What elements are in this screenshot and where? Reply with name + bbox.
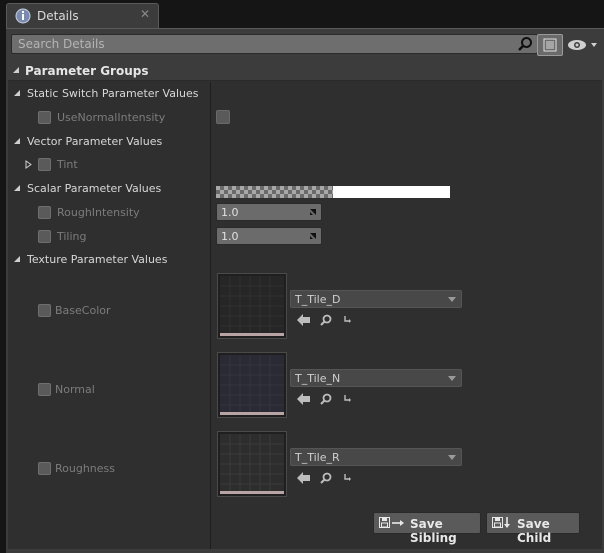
texture-preview: [220, 276, 284, 334]
asset-name: T_Tile_R: [295, 451, 340, 464]
tiling-input[interactable]: 1.0: [216, 227, 322, 245]
override-checkbox[interactable]: [38, 383, 51, 396]
param-row-rough-intensity: RoughIntensity: [8, 202, 210, 224]
category-static-switch[interactable]: Static Switch Parameter Values: [8, 83, 602, 105]
override-checkbox[interactable]: [38, 462, 51, 475]
asset-actions: [297, 471, 367, 487]
save-child-icon: [492, 517, 510, 528]
thumbnail-bar: [220, 412, 284, 415]
search-icon[interactable]: [320, 314, 332, 326]
reset-icon[interactable]: [343, 394, 352, 403]
save-child-label: Save Child: [517, 517, 552, 545]
save-sibling-button[interactable]: Save Sibling: [373, 512, 481, 545]
search-box: [11, 34, 538, 54]
reset-icon[interactable]: [343, 473, 352, 482]
drag-handle-icon: [310, 209, 316, 215]
category-vector[interactable]: Vector Parameter Values: [8, 131, 602, 153]
override-checkbox[interactable]: [38, 158, 51, 171]
collapse-arrow-icon: [13, 67, 19, 73]
eye-icon[interactable]: [567, 38, 599, 52]
collapse-arrow-icon: [14, 90, 20, 96]
category-label: Scalar Parameter Values: [27, 182, 162, 195]
param-row-use-normal-intensity: UseNormalIntensity: [8, 107, 210, 129]
category-texture[interactable]: Texture Parameter Values: [8, 249, 602, 271]
param-label: Tint: [57, 158, 78, 171]
normal-asset-dropdown[interactable]: T_Tile_N: [290, 369, 462, 387]
chevron-down-icon: [448, 455, 456, 460]
texture-preview: [220, 355, 284, 413]
view-options-button[interactable]: [537, 34, 563, 56]
category-label: Vector Parameter Values: [27, 135, 163, 148]
override-checkbox[interactable]: [38, 206, 51, 219]
details-panel: Parameter Groups Static Switch Parameter…: [6, 28, 604, 553]
roughness-asset-dropdown[interactable]: T_Tile_R: [290, 448, 462, 466]
asset-name: T_Tile_D: [295, 293, 341, 306]
search-icon[interactable]: [320, 472, 332, 484]
save-sibling-icon: [379, 517, 404, 528]
param-label: Tiling: [57, 230, 87, 243]
chevron-down-icon: [448, 376, 456, 381]
param-row-roughness: Roughness: [8, 458, 210, 480]
asset-actions: [297, 392, 367, 408]
info-icon: [15, 8, 31, 24]
normal-thumbnail[interactable]: [217, 352, 287, 418]
details-content: Parameter Groups Static Switch Parameter…: [8, 61, 602, 549]
thumbnail-bar: [220, 491, 284, 494]
thumbnail-bar: [220, 333, 284, 336]
base-color-thumbnail[interactable]: [217, 273, 287, 339]
param-row-normal: Normal: [8, 379, 210, 401]
reset-icon[interactable]: [343, 315, 352, 324]
tab-title: Details: [37, 9, 79, 23]
save-sibling-label: Save Sibling: [410, 517, 457, 545]
param-label: UseNormalIntensity: [57, 111, 166, 124]
tab-bar: Details ✕: [0, 0, 604, 29]
chevron-down-icon: [448, 297, 456, 302]
param-row-base-color: BaseColor: [8, 300, 210, 322]
category-scalar[interactable]: Scalar Parameter Values: [8, 178, 602, 200]
asset-actions: [297, 313, 367, 329]
asset-name: T_Tile_N: [295, 372, 341, 385]
base-color-asset-dropdown[interactable]: T_Tile_D: [290, 290, 462, 308]
param-label: RoughIntensity: [57, 206, 140, 219]
param-row-tiling: Tiling: [8, 226, 210, 248]
numeric-value: 1.0: [221, 206, 239, 219]
details-tab[interactable]: Details ✕: [6, 3, 159, 29]
search-input[interactable]: [12, 35, 512, 53]
search-icon[interactable]: [517, 36, 533, 52]
use-normal-intensity-checkbox[interactable]: [216, 110, 230, 124]
category-label: Static Switch Parameter Values: [27, 87, 199, 100]
param-row-tint: Tint: [8, 154, 210, 176]
view-options-icon: [543, 38, 557, 52]
numeric-value: 1.0: [221, 230, 239, 243]
search-icon[interactable]: [320, 393, 332, 405]
expand-arrow-icon[interactable]: [25, 160, 32, 169]
param-label: BaseColor: [55, 304, 111, 317]
override-checkbox[interactable]: [38, 230, 51, 243]
collapse-arrow-icon: [14, 256, 20, 262]
drag-handle-icon: [310, 233, 316, 239]
roughness-thumbnail[interactable]: [217, 431, 287, 497]
category-label: Texture Parameter Values: [27, 253, 168, 266]
texture-preview: [220, 434, 284, 492]
param-label: Normal: [55, 383, 95, 396]
save-child-button[interactable]: Save Child: [486, 512, 580, 545]
arrow-left-icon[interactable]: [297, 393, 311, 405]
arrow-left-icon[interactable]: [297, 472, 311, 484]
rough-intensity-input[interactable]: 1.0: [216, 203, 322, 221]
param-label: Roughness: [55, 462, 116, 475]
group-title: Parameter Groups: [25, 64, 149, 78]
collapse-arrow-icon: [14, 138, 20, 144]
parameter-groups-header[interactable]: Parameter Groups: [8, 61, 602, 81]
arrow-left-icon[interactable]: [297, 314, 311, 326]
collapse-arrow-icon: [14, 185, 20, 191]
override-checkbox[interactable]: [38, 111, 51, 124]
override-checkbox[interactable]: [38, 304, 51, 317]
close-tab-icon[interactable]: ✕: [140, 7, 150, 21]
